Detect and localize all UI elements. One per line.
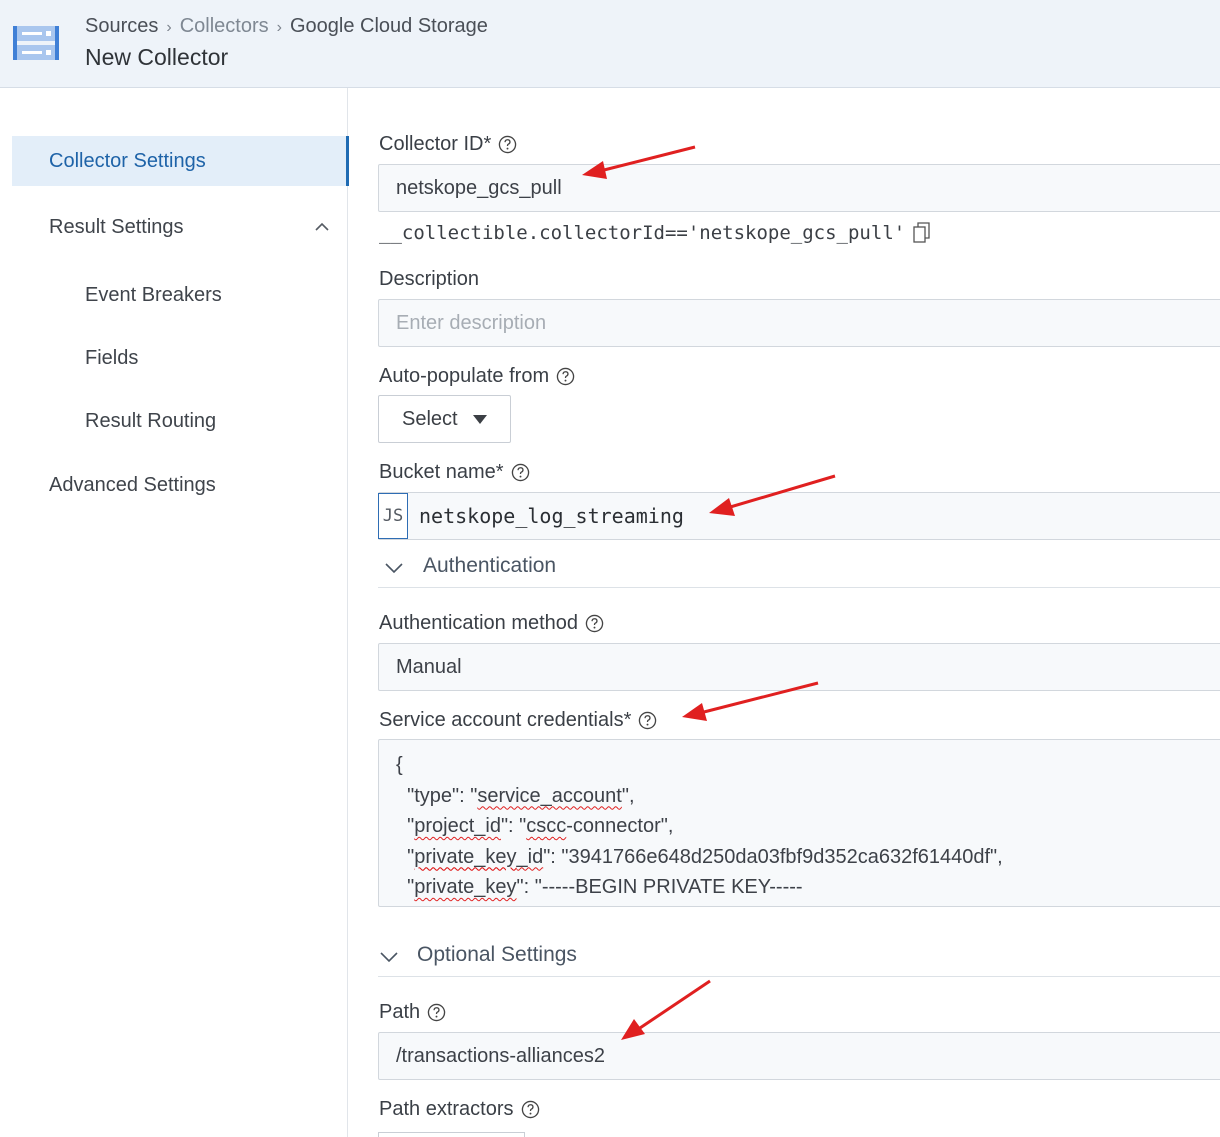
sidebar-item-collector-settings[interactable]: Collector Settings	[12, 136, 349, 186]
credentials-line: {	[396, 754, 403, 776]
breadcrumb-current: Google Cloud Storage	[289, 15, 488, 37]
page-header: Sources › Collectors › Google Cloud Storage …	[0, 0, 1220, 88]
sidebar-item-result-settings[interactable]: Result Settings	[49, 216, 329, 239]
sidebar-item-advanced-settings[interactable]: Advanced Settings	[49, 474, 216, 497]
auth-method-select[interactable]: Manual	[378, 643, 1220, 691]
js-expression-toggle[interactable]: JS	[378, 493, 408, 539]
help-icon[interactable]	[427, 1003, 446, 1022]
collector-id-label-text: Collector ID*	[379, 133, 492, 155]
spellcheck-mark: private_key	[414, 845, 517, 868]
settings-sidebar: Collector Settings Result Settings Event…	[0, 88, 349, 1137]
sidebar-item-result-routing[interactable]: Result Routing	[85, 410, 216, 433]
help-icon[interactable]	[585, 614, 604, 633]
bucket-name-label: Bucket name*	[379, 461, 530, 484]
breadcrumb-collectors[interactable]: Collectors	[180, 15, 269, 37]
auto-populate-label-text: Auto-populate from	[379, 365, 550, 387]
spellcheck-mark: private_key	[414, 876, 517, 898]
authentication-section-title: Authentication	[423, 554, 557, 577]
chevron-down-icon	[385, 563, 403, 574]
path-input[interactable]: /transactions-alliances2	[378, 1032, 1220, 1080]
auto-populate-select[interactable]: Select	[378, 395, 511, 443]
optional-settings-section-header[interactable]: Optional Settings	[378, 943, 1220, 977]
collector-id-input[interactable]: netskope_gcs_pull	[378, 164, 1220, 212]
description-label: Description	[379, 268, 479, 291]
service-credentials-label: Service account credentials*	[379, 709, 657, 732]
spellcheck-mark: service_account	[477, 784, 622, 807]
help-icon[interactable]	[638, 711, 657, 730]
path-label: Path	[379, 1001, 446, 1024]
auth-method-label: Authentication method	[379, 612, 604, 635]
auto-populate-label: Auto-populate from	[379, 365, 575, 388]
sidebar-item-event-breakers[interactable]: Event Breakers	[85, 284, 222, 307]
help-icon[interactable]	[521, 1100, 540, 1119]
credentials-line: "project_id": "cscc-connector",	[396, 815, 674, 837]
description-input[interactable]: Enter description	[378, 299, 1220, 347]
chevron-up-icon[interactable]	[315, 222, 329, 232]
breadcrumb-separator-icon: ›	[166, 19, 172, 36]
service-credentials-textarea[interactable]: { "type": "service_account", "project_id…	[378, 739, 1220, 907]
page-title: New Collector	[85, 44, 229, 70]
description-label-text: Description	[379, 268, 480, 290]
credentials-line: "private_key": "-----BEGIN PRIVATE KEY--…	[396, 876, 803, 898]
collector-id-value: netskope_gcs_pull	[396, 176, 562, 199]
help-icon[interactable]	[556, 367, 575, 386]
help-icon[interactable]	[511, 463, 530, 482]
collector-id-label: Collector ID*	[379, 133, 517, 156]
spellcheck-mark: project_id	[414, 815, 501, 837]
bucket-name-label-text: Bucket name*	[379, 461, 504, 483]
help-icon[interactable]	[498, 135, 517, 154]
sidebar-item-fields[interactable]: Fields	[85, 347, 138, 370]
authentication-section-header[interactable]: Authentication	[378, 554, 1220, 588]
breadcrumb-sources[interactable]: Sources	[85, 15, 158, 37]
breadcrumb: Sources › Collectors › Google Cloud Storage	[85, 15, 488, 38]
collector-logo-icon	[13, 26, 59, 60]
chevron-down-icon	[380, 952, 398, 963]
bucket-name-value: netskope_log_streaming	[419, 504, 684, 528]
path-value: /transactions-alliances2	[396, 1044, 605, 1067]
collector-id-expression: __collectible.collectorId=='netskope_gcs…	[379, 222, 930, 244]
path-label-text: Path	[379, 1001, 421, 1023]
breadcrumb-separator-icon: ›	[276, 19, 282, 36]
copy-icon[interactable]	[913, 222, 930, 244]
description-placeholder: Enter description	[396, 311, 547, 334]
path-extractors-label-text: Path extractors	[379, 1098, 514, 1120]
auth-method-value: Manual	[396, 655, 462, 678]
service-credentials-label-text: Service account credentials*	[379, 709, 632, 731]
collector-id-expression-text: __collectible.collectorId=='netskope_gcs…	[379, 222, 906, 244]
sidebar-item-label: Result Settings	[49, 216, 184, 238]
bucket-name-input[interactable]: JS netskope_log_streaming	[378, 492, 1220, 540]
optional-settings-section-title: Optional Settings	[417, 943, 577, 966]
spellcheck-mark: private_key_id	[414, 845, 544, 868]
credentials-line: "type": "service_account",	[396, 784, 635, 807]
auth-method-label-text: Authentication method	[379, 612, 579, 634]
path-extractors-label: Path extractors	[379, 1098, 540, 1121]
auto-populate-value: Select	[402, 407, 458, 430]
add-path-extractor-button[interactable]	[378, 1132, 525, 1137]
spellcheck-mark: cscc	[526, 815, 567, 837]
caret-down-icon	[472, 414, 487, 424]
credentials-line: "private_key_id": "3941766e648d250da03fb…	[396, 845, 1003, 868]
